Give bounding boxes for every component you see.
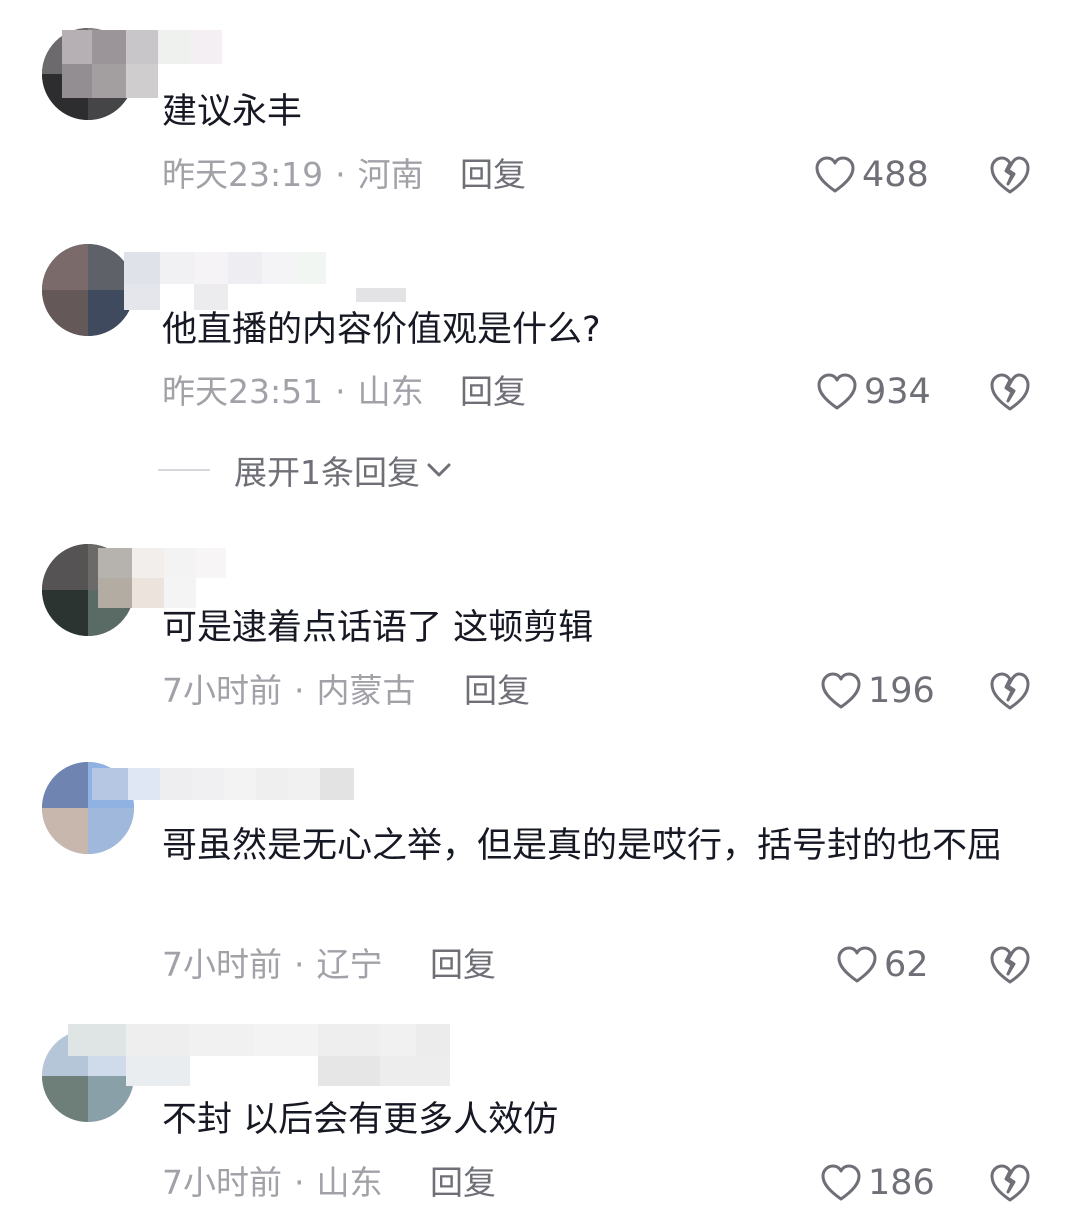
broken-heart-icon[interactable] (988, 1161, 1032, 1205)
comment-meta: 昨天23:19 · 河南 (162, 155, 424, 195)
broken-heart-icon[interactable] (988, 153, 1032, 197)
expand-divider (158, 469, 210, 471)
comment-time: 7小时前 (162, 1163, 282, 1202)
comment-time: 7小时前 (162, 945, 282, 984)
heart-outline-icon (815, 156, 855, 193)
like-button[interactable]: 488 (814, 153, 929, 197)
reply-button[interactable]: 回复 (430, 1163, 496, 1203)
comment-text: 他直播的内容价值观是什么? (162, 310, 601, 350)
expand-replies-button[interactable]: 展开1条回复 (158, 448, 452, 492)
comment-location: 内蒙古 (316, 671, 416, 710)
reply-button[interactable]: 回复 (460, 155, 526, 195)
comment-time: 昨天23:19 (162, 155, 324, 194)
comment-location: 山东 (357, 372, 424, 411)
broken-heart-icon[interactable] (988, 669, 1032, 713)
like-button[interactable]: 196 (820, 669, 935, 713)
comment-text: 可是逮着点话语了 这顿剪辑 (162, 608, 594, 648)
meta-separator: · (294, 945, 305, 984)
reply-button[interactable]: 回复 (460, 372, 526, 412)
meta-separator: · (294, 1163, 305, 1202)
broken-heart-icon[interactable] (988, 943, 1032, 987)
heart-outline-icon (817, 373, 857, 410)
reply-button[interactable]: 回复 (464, 671, 530, 711)
comment-location: 河南 (357, 155, 424, 194)
comment-meta: 7小时前 · 山东 (162, 1163, 383, 1203)
heart-outline-icon (837, 946, 877, 983)
like-count: 488 (862, 155, 929, 195)
comment-time: 7小时前 (162, 671, 282, 710)
like-button[interactable]: 62 (836, 943, 929, 987)
like-count: 62 (884, 945, 929, 985)
like-count: 186 (868, 1163, 935, 1203)
reply-button[interactable]: 回复 (430, 945, 496, 985)
like-button[interactable]: 186 (820, 1161, 935, 1205)
meta-separator: · (335, 372, 346, 411)
like-count: 934 (864, 372, 931, 412)
heart-outline-icon (821, 1164, 861, 1201)
comment-text: 不封 以后会有更多人效仿 (162, 1100, 559, 1140)
comment-meta: 7小时前 · 辽宁 (162, 945, 383, 985)
chevron-down-icon (427, 463, 451, 477)
meta-separator: · (335, 155, 346, 194)
like-count: 196 (868, 671, 935, 711)
comment-time: 昨天23:51 (162, 372, 324, 411)
comment-location: 辽宁 (316, 945, 383, 984)
comment-meta: 7小时前 · 内蒙古 (162, 671, 416, 711)
comment-meta: 昨天23:51 · 山东 (162, 372, 424, 412)
expand-replies-label: 展开1条回复 (234, 453, 420, 492)
comment-text: 哥虽然是无心之举，但是真的是哎行，括号封的也不屈 (162, 826, 1003, 866)
like-button[interactable]: 934 (816, 370, 931, 414)
heart-outline-icon (821, 672, 861, 709)
comment-text: 建议永丰 (162, 92, 303, 132)
avatar[interactable] (42, 244, 134, 336)
username-redacted[interactable] (68, 1024, 480, 1092)
comment-location: 山东 (316, 1163, 383, 1202)
meta-separator: · (294, 671, 305, 710)
broken-heart-icon[interactable] (988, 370, 1032, 414)
